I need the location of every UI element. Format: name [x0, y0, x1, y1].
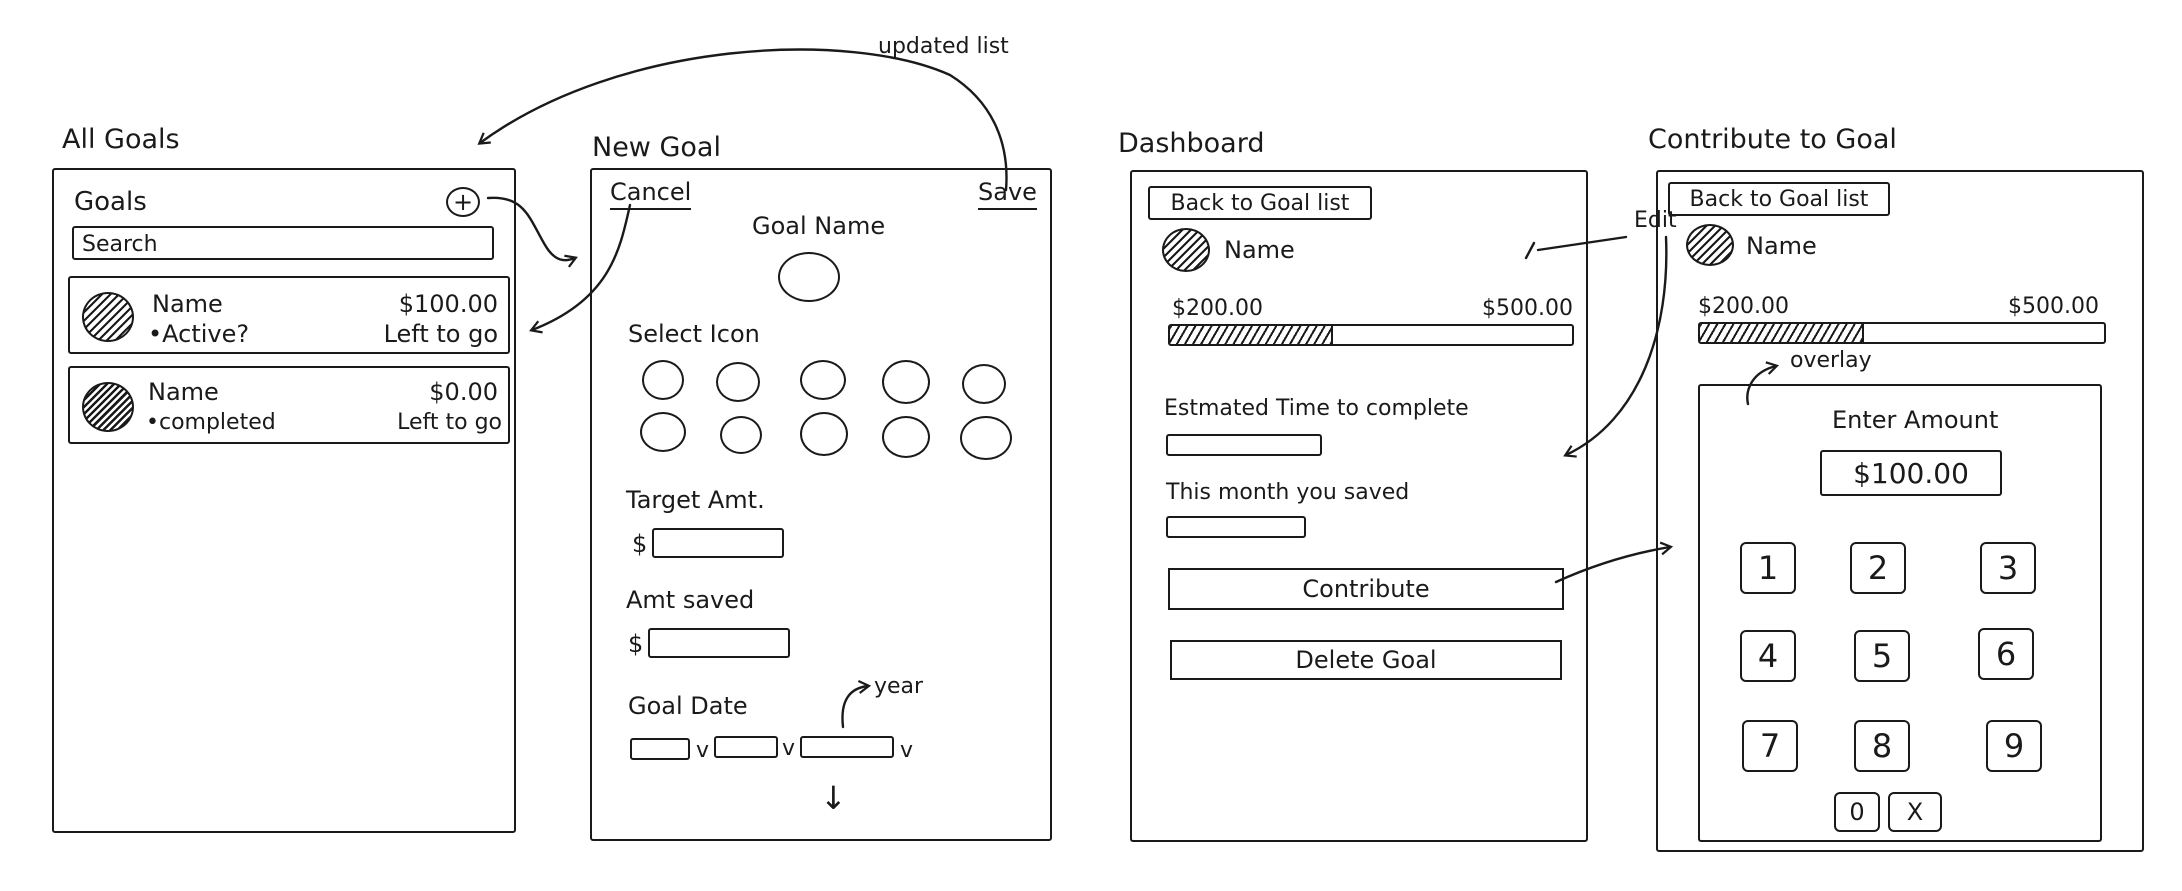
target-amount-input[interactable] [652, 528, 784, 558]
goal-name-label: Goal Name [752, 212, 886, 240]
goal-name: Name [152, 290, 223, 318]
hatched-circle-icon [1686, 224, 1734, 266]
goal-amount: $100.00 [398, 290, 498, 318]
icon-option[interactable] [720, 416, 762, 454]
plus-circle-icon[interactable]: + [446, 187, 480, 217]
screen-title-new-goal: New Goal [592, 132, 721, 163]
amount-input[interactable]: $100.00 [1820, 450, 2002, 496]
goals-header: Goals [74, 187, 147, 217]
month-select[interactable] [630, 738, 690, 760]
icon-option[interactable] [800, 412, 848, 456]
goal-icon-preview[interactable] [778, 252, 840, 302]
keypad-clear-key[interactable]: X [1888, 792, 1942, 832]
down-arrow-icon[interactable]: ↓ [820, 782, 847, 814]
estimated-time-field [1166, 434, 1322, 456]
goal-list-item[interactable]: Name •Active? $100.00 Left to go [68, 276, 510, 354]
target-amount: $500.00 [1482, 296, 1573, 321]
back-to-goal-list-button[interactable]: Back to Goal list [1668, 182, 1890, 216]
progress-bar [1698, 322, 2106, 344]
keypad-key-zero[interactable]: 0 [1834, 792, 1880, 832]
estimated-time-label: Estmated Time to complete [1164, 396, 1469, 421]
enter-amount-label: Enter Amount [1832, 406, 1999, 434]
screen-title-all-goals: All Goals [62, 124, 180, 155]
all-goals-screen: Goals + Search Name •Active? $100.00 Lef… [52, 168, 516, 833]
goal-left-to-go: Left to go [383, 320, 498, 348]
currency-symbol: $ [628, 630, 644, 658]
hatched-circle-icon [1162, 228, 1210, 272]
icon-option[interactable] [962, 364, 1006, 404]
enter-amount-overlay: Enter Amount $100.00 1 2 3 4 5 6 7 8 9 0… [1698, 384, 2102, 842]
progress-bar-fill [1170, 326, 1333, 344]
goal-date-label: Goal Date [628, 692, 748, 720]
day-select[interactable] [714, 736, 778, 758]
goal-status: •completed [146, 410, 276, 435]
month-saved-label: This month you saved [1166, 480, 1410, 505]
saved-amount: $200.00 [1698, 294, 1789, 319]
icon-option[interactable] [960, 416, 1012, 460]
keypad-key[interactable]: 4 [1740, 630, 1796, 682]
currency-symbol: $ [632, 530, 648, 558]
new-goal-screen: Cancel Save Goal Name Select Icon Target… [590, 168, 1052, 841]
icon-option[interactable] [640, 412, 686, 452]
goal-list-item[interactable]: Name •completed $0.00 Left to go [68, 366, 510, 444]
cancel-button[interactable]: Cancel [610, 180, 692, 210]
select-icon-label: Select Icon [628, 320, 760, 348]
month-saved-field [1166, 516, 1306, 538]
amount-saved-label: Amt saved [626, 586, 755, 614]
icon-option[interactable] [882, 360, 930, 404]
keypad-key[interactable]: 7 [1742, 720, 1798, 772]
search-input[interactable]: Search [72, 226, 494, 260]
back-to-goal-list-button[interactable]: Back to Goal list [1148, 186, 1372, 220]
keypad-key[interactable]: 5 [1854, 630, 1910, 682]
keypad-key[interactable]: 2 [1850, 542, 1906, 594]
target-amount: $500.00 [2008, 294, 2099, 319]
goal-amount: $0.00 [429, 378, 498, 406]
hatched-circle-icon [82, 292, 134, 342]
year-select[interactable] [800, 736, 894, 758]
chevron-down-icon[interactable]: v [696, 740, 709, 762]
keypad-key[interactable]: 8 [1854, 720, 1910, 772]
goal-name: Name [148, 378, 219, 406]
icon-option[interactable] [882, 416, 930, 458]
dashboard-screen: Back to Goal list Name $200.00 $500.00 E… [1130, 170, 1588, 842]
goal-name: Name [1224, 236, 1295, 264]
chevron-down-icon[interactable]: v [782, 738, 795, 760]
keypad-key[interactable]: 1 [1740, 542, 1796, 594]
delete-goal-button[interactable]: Delete Goal [1170, 640, 1562, 680]
icon-option[interactable] [800, 360, 846, 400]
contribute-screen: Back to Goal list Name $200.00 $500.00 E… [1656, 170, 2144, 852]
goal-status: •Active? [148, 320, 250, 348]
goal-left-to-go: Left to go [397, 410, 502, 435]
amount-saved-input[interactable] [648, 628, 790, 658]
screen-title-dashboard: Dashboard [1118, 128, 1265, 159]
saved-amount: $200.00 [1172, 296, 1263, 321]
chevron-down-icon[interactable]: v [900, 740, 913, 762]
keypad-key[interactable]: 9 [1986, 720, 2042, 772]
target-amount-label: Target Amt. [626, 486, 765, 514]
updated-list-annotation: updated list [878, 34, 1009, 59]
icon-option[interactable] [642, 360, 684, 400]
progress-bar-fill [1700, 324, 1864, 342]
save-button[interactable]: Save [978, 180, 1037, 210]
goal-name: Name [1746, 232, 1817, 260]
screen-title-contribute: Contribute to Goal [1648, 124, 1897, 155]
contribute-button[interactable]: Contribute [1168, 568, 1564, 610]
icon-option[interactable] [716, 362, 760, 402]
hatched-circle-icon [82, 382, 134, 432]
progress-bar [1168, 324, 1574, 346]
keypad-key[interactable]: 3 [1980, 542, 2036, 594]
keypad-key[interactable]: 6 [1978, 628, 2034, 680]
search-placeholder: Search [82, 232, 158, 257]
